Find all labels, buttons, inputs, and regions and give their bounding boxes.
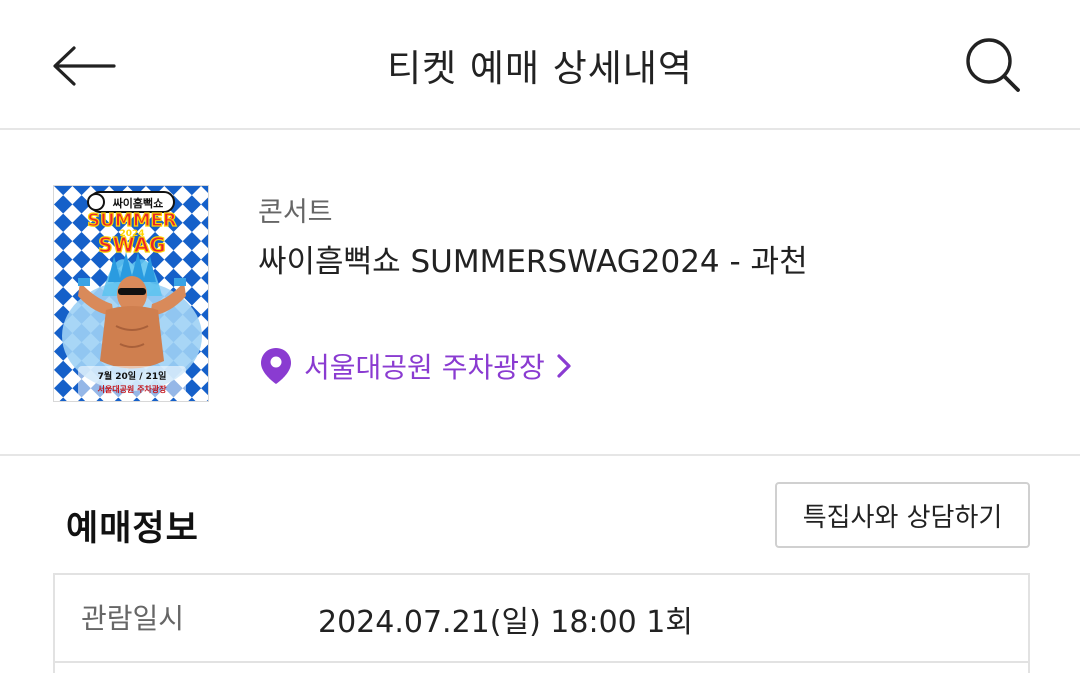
- search-icon: [966, 38, 1020, 92]
- search-button[interactable]: [956, 30, 1032, 102]
- section-title-booking-info: 예매정보: [66, 509, 199, 549]
- consult-agency-button[interactable]: 특집사와 상담하기: [775, 482, 1030, 548]
- info-label-datetime: 관람일시: [81, 602, 185, 635]
- app-header: 티켓 예매 상세내역: [0, 0, 1080, 130]
- info-value-datetime: 2024.07.21(일) 18:00 1회: [318, 605, 693, 640]
- chevron-right-icon: [557, 354, 571, 378]
- poster-headline-top: SUMMER: [87, 210, 177, 231]
- venue-link[interactable]: 서울대공원 주차광장: [258, 344, 573, 388]
- page-title: 티켓 예매 상세내역: [387, 47, 693, 90]
- event-genre: 콘서트: [258, 197, 333, 228]
- poster-headline-bottom: SWAG: [98, 233, 165, 257]
- event-summary-card: 싸이흠뻑쇼 SUMMER 2024 SWAG 7월 20일 / 21일 서울대공…: [0, 132, 1080, 456]
- poster-place: 서울대공원 주차광장: [97, 384, 167, 394]
- arrow-left-icon: [53, 46, 116, 86]
- venue-name: 서울대공원 주차광장: [304, 351, 545, 384]
- location-pin-icon: [261, 348, 291, 384]
- poster-brand: 싸이흠뻑쇼: [113, 196, 164, 210]
- poster-dates: 7월 20일 / 21일: [98, 370, 167, 382]
- event-title: 싸이흠뻑쇼 SUMMERSWAG2024 - 과천: [258, 244, 808, 280]
- table-row: 관람일시 2024.07.21(일) 18:00 1회: [55, 575, 1028, 663]
- back-button[interactable]: [46, 36, 122, 96]
- booking-info-table: 관람일시 2024.07.21(일) 18:00 1회: [53, 573, 1030, 673]
- event-poster-image[interactable]: 싸이흠뻑쇼 SUMMER 2024 SWAG 7월 20일 / 21일 서울대공…: [53, 185, 209, 402]
